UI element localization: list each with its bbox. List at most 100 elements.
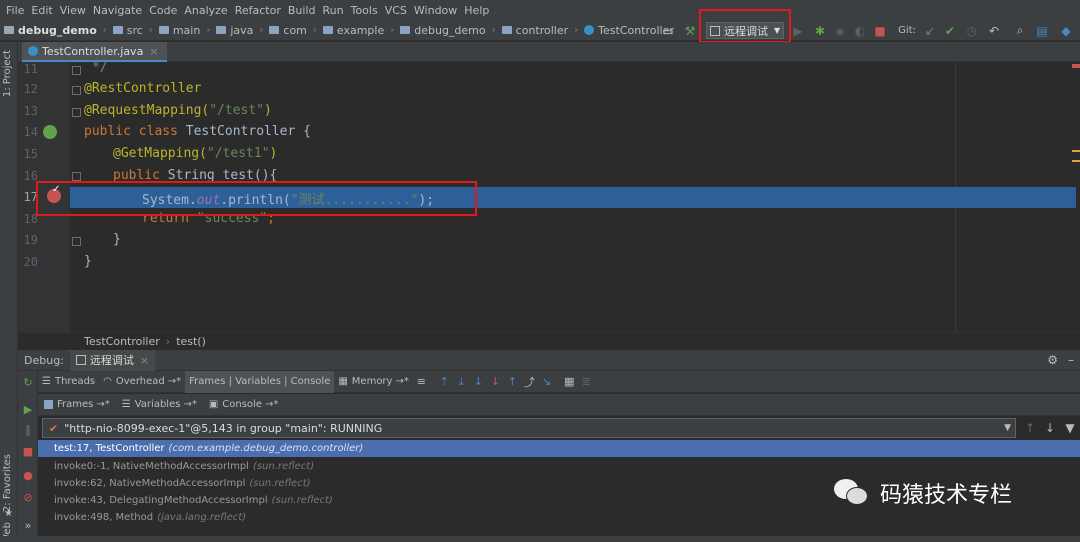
crumb-project[interactable]: debug_demo	[0, 24, 101, 37]
editor-tab-bar: TestController.java ×	[18, 42, 1080, 62]
menu-window[interactable]: Window	[412, 4, 462, 17]
evaluate-icon[interactable]: ▦	[561, 371, 578, 393]
rerun-icon[interactable]: ↻	[21, 376, 35, 390]
menu-edit[interactable]: Edit	[29, 4, 57, 17]
menu-navigate[interactable]: Navigate	[91, 4, 147, 17]
menu-lines-icon[interactable]: ≡	[413, 371, 430, 393]
step-into-icon[interactable]: ↓	[470, 371, 487, 393]
debug-side-toolbar: ↻ ▶ ‖ ■ ● ⊘ »	[18, 371, 38, 542]
run-icon[interactable]: ▶	[788, 20, 808, 41]
stop-icon[interactable]: ■	[21, 445, 35, 459]
close-icon[interactable]: ×	[149, 45, 158, 58]
structure-icon[interactable]: ▭	[658, 20, 678, 41]
step-over-icon[interactable]: ⤓	[453, 371, 470, 393]
gear-icon[interactable]: ⚙	[1047, 353, 1058, 367]
trace-icon[interactable]: ≣	[578, 371, 595, 393]
crumb-main[interactable]: main	[155, 24, 204, 37]
thread-label: "http-nio-8099-exec-1"@5,143 in group "m…	[64, 421, 383, 435]
fold-marker[interactable]	[72, 172, 81, 181]
fold-marker[interactable]	[72, 86, 81, 95]
drop-frame-icon[interactable]: ⤴	[521, 371, 538, 393]
frames-subtab[interactable]: Frames →*	[38, 399, 116, 410]
menu-analyze[interactable]: Analyze	[182, 4, 232, 17]
stop-icon[interactable]: ■	[870, 20, 890, 41]
pin-icon: →*	[96, 399, 110, 410]
vcs-history-icon[interactable]: ◷	[962, 20, 982, 41]
menu-file[interactable]: File	[4, 4, 29, 17]
frames-variables-console-tab[interactable]: Frames | Variables | Console	[185, 370, 335, 393]
chevron-down-icon: ▼	[1004, 423, 1011, 433]
menu-vcs[interactable]: VCS	[383, 4, 412, 17]
memory-tab[interactable]: ▦ Memory →*	[334, 371, 413, 393]
show-execution-point-icon[interactable]: ⇡	[436, 371, 453, 393]
menu-help[interactable]: Help	[462, 4, 494, 17]
build-hammer-icon[interactable]: ⚒	[680, 20, 700, 41]
filter-icon[interactable]: ▼	[1060, 421, 1080, 435]
pin-icon: →*	[167, 376, 182, 387]
crumb-com[interactable]: com	[265, 24, 311, 37]
folder-icon	[112, 26, 123, 34]
debug-tool-header: Debug: 远程调试 × ⚙ –	[18, 349, 1080, 371]
resume-icon[interactable]: ▶	[21, 403, 35, 417]
fold-marker[interactable]	[72, 108, 81, 117]
git-label: Git:	[898, 25, 916, 36]
line-number: 11	[23, 62, 38, 76]
menu-run[interactable]: Run	[321, 4, 349, 17]
thread-select[interactable]: ✔ "http-nio-8099-exec-1"@5,143 in group …	[42, 418, 1016, 438]
breadcrumb-method[interactable]: test()	[176, 335, 206, 348]
code-line-14: public class TestController {	[84, 124, 311, 139]
menu-view[interactable]: View	[58, 4, 91, 17]
frames-icon	[44, 400, 53, 409]
close-icon[interactable]: ×	[140, 354, 149, 367]
debug-bug-icon[interactable]: ✱	[810, 20, 830, 41]
settings-app-icon[interactable]: ◆	[1056, 20, 1076, 41]
overhead-tab[interactable]: ◠ Overhead →*	[99, 371, 185, 393]
coverage-icon[interactable]: ◈	[830, 20, 850, 41]
fold-marker[interactable]	[72, 237, 81, 246]
crumb-example[interactable]: example	[319, 24, 388, 37]
folder-icon	[158, 26, 169, 34]
menu-code[interactable]: Code	[147, 4, 182, 17]
frame-row[interactable]: test:17, TestController (com.example.debu…	[38, 440, 1080, 457]
menu-refactor[interactable]: Refactor	[233, 4, 286, 17]
favorites-tool-tab[interactable]: 2: Favorites	[2, 454, 13, 512]
minimize-icon[interactable]: –	[1068, 353, 1074, 367]
vcs-update-icon[interactable]: ↙	[920, 20, 940, 41]
profile-icon[interactable]: ◐	[850, 20, 870, 41]
code-line-11: */	[92, 60, 108, 75]
line-number: 16	[23, 169, 38, 183]
crumb-controller[interactable]: controller	[498, 24, 572, 37]
console-subtab[interactable]: ▣ Console →*	[203, 399, 285, 410]
console-icon: ▣	[208, 399, 219, 410]
menu-tools[interactable]: Tools	[349, 4, 383, 17]
more-icon[interactable]: »	[21, 519, 35, 533]
vcs-rollback-icon[interactable]: ↶	[984, 20, 1004, 41]
pause-icon[interactable]: ‖	[21, 423, 35, 437]
scroll-marker	[1072, 150, 1080, 152]
view-breakpoints-icon[interactable]: ●	[21, 469, 35, 483]
project-tool-tab[interactable]: 1: Project	[2, 50, 13, 97]
tab-testcontroller[interactable]: TestController.java ×	[22, 42, 167, 62]
menu-build[interactable]: Build	[286, 4, 321, 17]
force-step-into-icon[interactable]: ↓	[487, 371, 504, 393]
run-to-cursor-icon[interactable]: ↘	[538, 371, 555, 393]
crumb-debug-demo[interactable]: debug_demo	[396, 24, 489, 37]
fold-marker[interactable]	[72, 66, 81, 75]
debug-session-tab[interactable]: 远程调试 ×	[69, 349, 156, 371]
spring-bean-icon[interactable]	[43, 125, 57, 139]
pin-icon: →*	[183, 399, 197, 410]
arrow-down-icon[interactable]: ↓	[1040, 421, 1060, 435]
mute-breakpoints-icon[interactable]: ⊘	[21, 491, 35, 505]
line-number: 20	[23, 255, 38, 269]
breadcrumb-class[interactable]: TestController	[84, 335, 160, 348]
threads-tab[interactable]: ☰ Threads	[38, 371, 99, 393]
vcs-commit-icon[interactable]: ✔	[940, 20, 960, 41]
arrow-up-icon[interactable]: ↑	[1020, 421, 1040, 435]
crumb-src[interactable]: src	[109, 24, 147, 37]
crumb-java[interactable]: java	[212, 24, 257, 37]
project-structure-icon[interactable]: ▤	[1032, 20, 1052, 41]
line-number: 15	[23, 147, 38, 161]
step-out-icon[interactable]: ↑	[504, 371, 521, 393]
search-icon[interactable]: ⌕	[1010, 20, 1030, 41]
variables-subtab[interactable]: ☰ Variables →*	[116, 399, 203, 410]
